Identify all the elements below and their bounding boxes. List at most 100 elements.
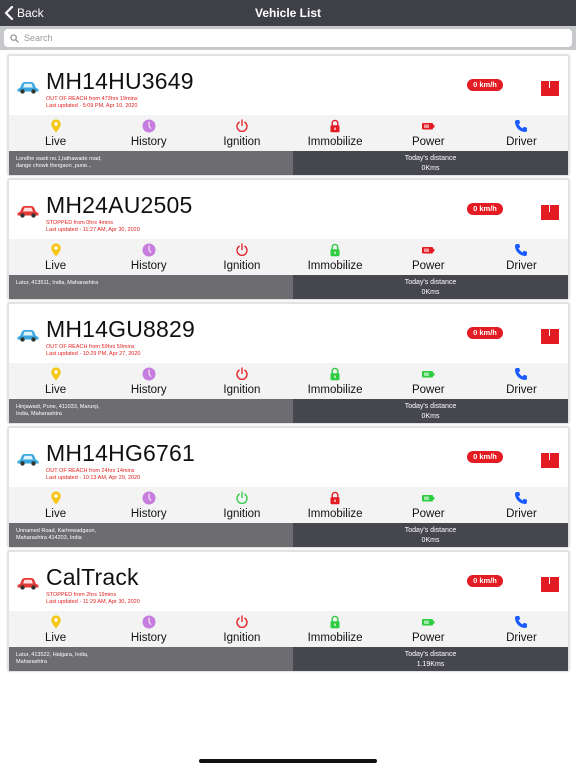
immobilize-button[interactable]: Immobilize xyxy=(289,239,382,275)
vehicle-card[interactable]: MH24AU2505 STOPPED from 0hrs 4mins Last … xyxy=(8,179,569,299)
history-label: History xyxy=(130,260,167,272)
phone-icon xyxy=(515,120,528,132)
live-button[interactable]: Live xyxy=(9,239,102,275)
immobilize-button[interactable]: Immobilize xyxy=(289,611,382,647)
live-button[interactable]: Live xyxy=(9,611,102,647)
battery-icon xyxy=(422,495,435,502)
car-icon xyxy=(17,454,39,466)
history-clock-icon xyxy=(142,119,156,133)
vehicle-plate: MH24AU2505 xyxy=(46,192,193,218)
history-label: History xyxy=(130,632,167,644)
vehicle-status: OUT OF REACH from 473hrs 19mins xyxy=(46,96,138,102)
live-button[interactable]: Live xyxy=(9,487,102,523)
history-button[interactable]: History xyxy=(102,239,195,275)
vehicle-card[interactable]: CalTrack STOPPED from 2hrs 19mins Last u… xyxy=(8,551,569,671)
live-button[interactable]: Live xyxy=(9,115,102,151)
history-button[interactable]: History xyxy=(102,363,195,399)
power-label: Power xyxy=(411,136,445,148)
vehicle-actions: Live History Ignition Immobilize Power D… xyxy=(9,115,568,151)
power-button[interactable]: Power xyxy=(382,611,475,647)
driver-label: Driver xyxy=(506,136,537,148)
search-box[interactable] xyxy=(4,29,572,47)
history-button[interactable]: History xyxy=(102,115,195,151)
immobilize-button[interactable]: Immobilize xyxy=(289,363,382,399)
ignition-label: Ignition xyxy=(223,136,261,148)
address-line-2: Maharashtra 414203, India xyxy=(16,535,82,541)
distance-value: 0Kms xyxy=(421,413,440,420)
alert-flag-icon[interactable] xyxy=(541,205,559,220)
vehicle-actions: Live History Ignition Immobilize Power D… xyxy=(9,239,568,275)
driver-label: Driver xyxy=(506,508,537,520)
live-label: Live xyxy=(45,508,67,520)
car-icon xyxy=(17,206,39,218)
power-ignition-icon xyxy=(236,243,248,256)
driver-button[interactable]: Driver xyxy=(475,239,568,275)
battery-icon xyxy=(422,371,435,378)
vehicle-card[interactable]: MH14HU3649 OUT OF REACH from 473hrs 19mi… xyxy=(8,55,569,175)
vehicle-plate: MH14GU8829 xyxy=(46,316,196,342)
vehicle-footer: Hinjawadi, Pune, 411033, Marunji, India,… xyxy=(9,399,568,423)
driver-label: Driver xyxy=(506,632,537,644)
vehicle-address: Latur, 413522, Halgara, India, Maharasht… xyxy=(9,647,293,671)
vehicle-card[interactable]: MH14HG6761 OUT OF REACH from 24hrs 14min… xyxy=(8,427,569,547)
last-updated: Last updated - 11:27 AM, Apr 30, 2020 xyxy=(46,227,140,233)
power-ignition-icon xyxy=(236,615,248,628)
ignition-button[interactable]: Ignition xyxy=(195,115,288,151)
vehicle-status: OUT OF REACH from 59hrs 59mins xyxy=(46,344,135,350)
history-clock-icon xyxy=(142,491,156,505)
driver-button[interactable]: Driver xyxy=(475,487,568,523)
vehicle-plate: MH14HG6761 xyxy=(46,440,196,466)
immobilize-button[interactable]: Immobilize xyxy=(289,115,382,151)
driver-button[interactable]: Driver xyxy=(475,611,568,647)
address-line-1: Latur, 413511, India, Maharashtra xyxy=(16,280,99,286)
home-indicator xyxy=(199,759,377,763)
power-button[interactable]: Power xyxy=(382,115,475,151)
power-button[interactable]: Power xyxy=(382,487,475,523)
address-line-1: Londhe wasti no.1,tathawade road, xyxy=(16,156,102,162)
driver-button[interactable]: Driver xyxy=(475,115,568,151)
alert-flag-icon[interactable] xyxy=(541,81,559,96)
live-label: Live xyxy=(45,260,67,272)
live-button[interactable]: Live xyxy=(9,363,102,399)
ignition-label: Ignition xyxy=(223,508,261,520)
search-input[interactable] xyxy=(24,33,554,43)
last-updated: Last updated - 5:09 PM, Apr 10, 2020 xyxy=(46,103,138,109)
today-distance: Today's distance 0Kms xyxy=(293,523,568,547)
history-button[interactable]: History xyxy=(102,487,195,523)
address-line-2: Maharashtra xyxy=(16,659,47,665)
ignition-button[interactable]: Ignition xyxy=(195,487,288,523)
live-label: Live xyxy=(45,384,67,396)
distance-value: 0Kms xyxy=(421,165,440,172)
vehicle-address: Londhe wasti no.1,tathawade road, dange … xyxy=(9,151,293,175)
vehicle-plate: CalTrack xyxy=(46,564,139,590)
driver-button[interactable]: Driver xyxy=(475,363,568,399)
distance-value: 0Kms xyxy=(421,289,440,296)
power-ignition-icon xyxy=(236,491,248,504)
today-distance: Today's distance 1.19Kms xyxy=(293,647,568,671)
vehicle-footer: Londhe wasti no.1,tathawade road, dange … xyxy=(9,151,568,175)
phone-icon xyxy=(515,616,528,628)
alert-flag-icon[interactable] xyxy=(541,329,559,344)
ignition-button[interactable]: Ignition xyxy=(195,611,288,647)
ignition-button[interactable]: Ignition xyxy=(195,363,288,399)
alert-flag-icon[interactable] xyxy=(541,453,559,468)
power-button[interactable]: Power xyxy=(382,239,475,275)
alert-flag-icon[interactable] xyxy=(541,577,559,592)
address-line-1: Hinjawadi, Pune, 411033, Marunji, xyxy=(16,404,100,410)
car-icon xyxy=(17,82,39,94)
vehicle-status: OUT OF REACH from 24hrs 14mins xyxy=(46,468,135,474)
last-updated: Last updated - 10:13 AM, Apr 29, 2020 xyxy=(46,475,141,481)
immobilize-button[interactable]: Immobilize xyxy=(289,487,382,523)
vehicle-footer: Unnamed Road, Karhewadgaon, Maharashtra … xyxy=(9,523,568,547)
power-button[interactable]: Power xyxy=(382,363,475,399)
vehicle-card[interactable]: MH14GU8829 OUT OF REACH from 59hrs 59min… xyxy=(8,303,569,423)
car-icon xyxy=(17,330,39,342)
address-line-1: Unnamed Road, Karhewadgaon, xyxy=(16,528,97,534)
immobilize-label: Immobilize xyxy=(307,136,363,148)
ignition-button[interactable]: Ignition xyxy=(195,239,288,275)
history-button[interactable]: History xyxy=(102,611,195,647)
speed-badge: 0 km/h xyxy=(467,575,503,587)
distance-label: Today's distance xyxy=(404,651,457,658)
distance-label: Today's distance xyxy=(404,527,457,534)
distance-value: 0Kms xyxy=(421,537,440,544)
